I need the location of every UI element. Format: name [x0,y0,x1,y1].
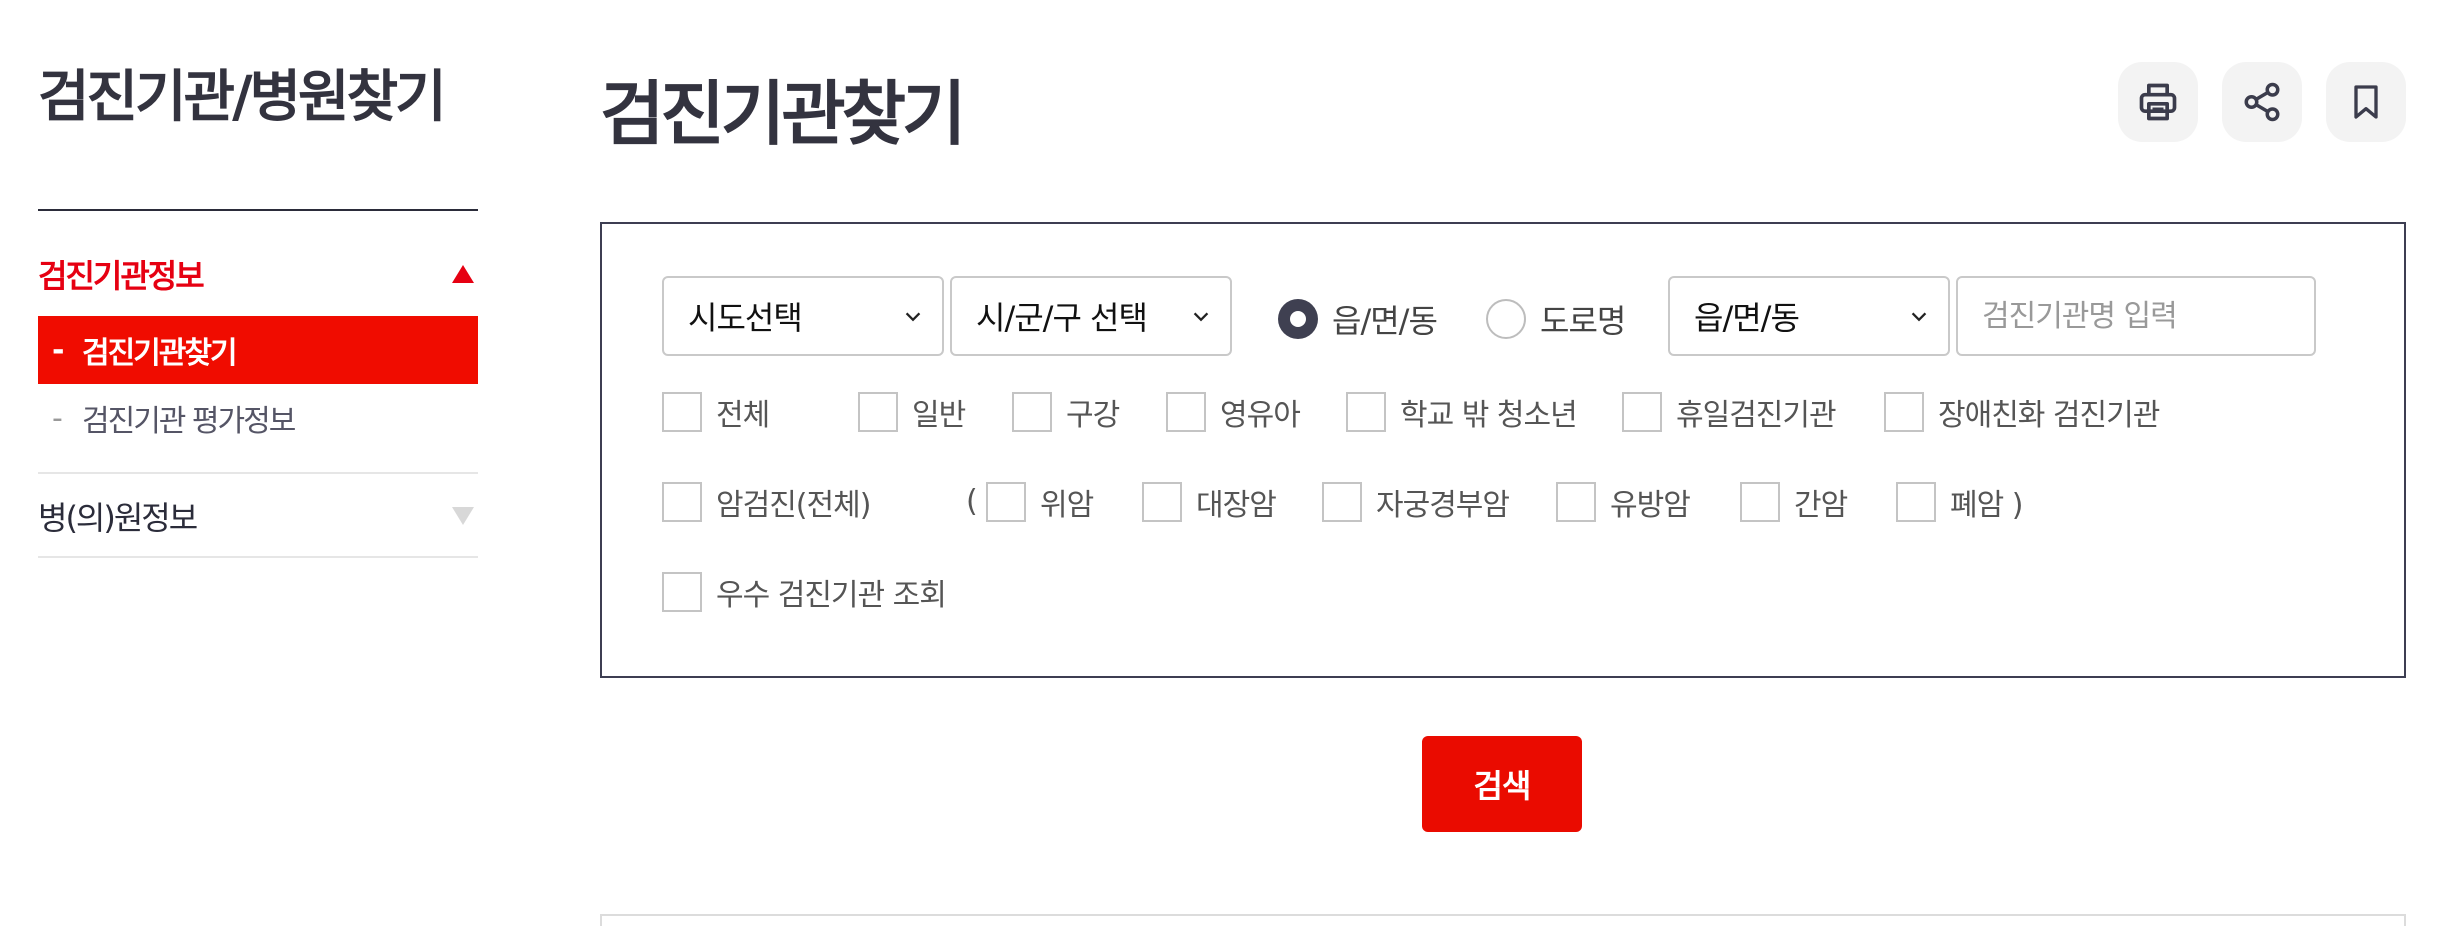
checkbox-box [1896,482,1936,522]
checkbox-all[interactable]: 전체 [662,390,770,434]
checkbox-box [662,392,702,432]
sidebar-divider [38,209,478,211]
chevron-down-icon [1193,312,1209,322]
checkbox-label: 학교 밖 청소년 [1400,398,1578,433]
submenu-label: 검진기관 평가정보 [82,404,296,439]
checkbox-label: 위암 [1040,488,1094,523]
menu-label: 검진기관정보 [38,257,205,295]
checkbox-label: 우수 검진기관 조회 [716,578,947,613]
paren-open: ( [966,484,978,519]
checkbox-box [662,572,702,612]
share-icon [2244,82,2280,122]
menu-label: 병(의)원정보 [38,499,198,537]
checkbox-holiday-center[interactable]: 휴일검진기관 [1622,390,1837,434]
print-button[interactable] [2118,62,2198,142]
radio-eupmyeondong[interactable]: 읍/면/동 [1278,296,1438,342]
checkbox-box [1142,482,1182,522]
checkbox-box [1322,482,1362,522]
checkbox-label: 간암 [1794,488,1848,523]
radio-label: 읍/면/동 [1332,302,1438,340]
print-icon [2139,83,2177,121]
checkbox-liver-cancer[interactable]: 간암 [1740,480,1848,524]
submenu-find-checkup-center[interactable]: - 검진기관찾기 [38,316,478,384]
sido-select[interactable]: 시도선택 [662,276,944,356]
checkbox-breast-cancer[interactable]: 유방암 [1556,480,1691,524]
expand-arrow-icon [452,507,474,525]
radio-unchecked-icon [1486,299,1526,339]
checkbox-lung-cancer[interactable]: 폐암 ) [1896,480,2023,524]
radio-road-name[interactable]: 도로명 [1486,296,1626,342]
checkbox-cancer-all[interactable]: 암검진(전체) [662,480,871,524]
institution-name-input[interactable] [1956,276,2316,356]
collapse-arrow-icon [452,265,474,283]
checkbox-box [858,392,898,432]
checkbox-out-of-school-youth[interactable]: 학교 밖 청소년 [1346,390,1578,434]
menu-divider [38,556,478,558]
bookmark-button[interactable] [2326,62,2406,142]
checkbox-box [1740,482,1780,522]
radio-checked-icon [1278,299,1318,339]
bookmark-icon [2354,85,2378,119]
checkbox-label: 유방암 [1610,488,1691,523]
menu-hospital-info[interactable]: 병(의)원정보 [38,474,478,558]
chevron-down-icon [1911,312,1927,322]
search-button[interactable]: 검색 [1422,736,1582,832]
checkbox-general[interactable]: 일반 [858,390,966,434]
search-form: 시도선택 시/군/구 선택 읍/면/동 도로명 읍/면/동 전체 일반 구강 영… [600,222,2406,678]
checkbox-label: 전체 [716,398,770,433]
sido-select-value: 시도선택 [688,299,803,337]
sidebar-title: 검진기관/병원찾기 [38,65,447,130]
checkbox-box [1622,392,1662,432]
radio-label: 도로명 [1540,302,1626,340]
checkbox-stomach-cancer[interactable]: 위암 [986,480,1094,524]
checkbox-label: 자궁경부암 [1376,488,1510,523]
dash-marker: - [52,332,64,368]
checkbox-box [1166,392,1206,432]
menu-health-checkup-info[interactable]: 검진기관정보 [38,232,478,316]
dong-select-value: 읍/면/동 [1694,299,1800,337]
checkbox-box [986,482,1026,522]
checkbox-label: 장애친화 검진기관 [1938,398,2160,433]
dash-marker: - [52,400,63,436]
checkbox-box [1012,392,1052,432]
checkbox-colon-cancer[interactable]: 대장암 [1142,480,1277,524]
checkbox-box [1346,392,1386,432]
sigungu-select[interactable]: 시/군/구 선택 [950,276,1232,356]
chevron-down-icon [905,312,921,322]
checkbox-label: 휴일검진기관 [1676,398,1837,433]
checkbox-box [1884,392,1924,432]
checkbox-label: 일반 [912,398,966,433]
checkbox-box [1556,482,1596,522]
share-button[interactable] [2222,62,2302,142]
sigungu-select-value: 시/군/구 선택 [976,299,1148,337]
checkbox-oral[interactable]: 구강 [1012,390,1120,434]
checkbox-label: 구강 [1066,398,1120,433]
checkbox-label: 대장암 [1196,488,1277,523]
checkbox-disability-friendly[interactable]: 장애친화 검진기관 [1884,390,2160,434]
results-panel-edge [600,914,2406,926]
checkbox-cervical-cancer[interactable]: 자궁경부암 [1322,480,1510,524]
submenu-label: 검진기관찾기 [82,336,238,371]
checkbox-label: 영유아 [1220,398,1301,433]
submenu-checkup-evaluation[interactable]: - 검진기관 평가정보 [38,384,478,452]
dong-select[interactable]: 읍/면/동 [1668,276,1950,356]
checkbox-box [662,482,702,522]
checkbox-infant[interactable]: 영유아 [1166,390,1301,434]
checkbox-label: 암검진(전체) [716,488,871,523]
page-title: 검진기관찾기 [600,73,966,155]
checkbox-excellent-center[interactable]: 우수 검진기관 조회 [662,570,947,614]
checkbox-label: 폐암 ) [1950,488,2023,523]
